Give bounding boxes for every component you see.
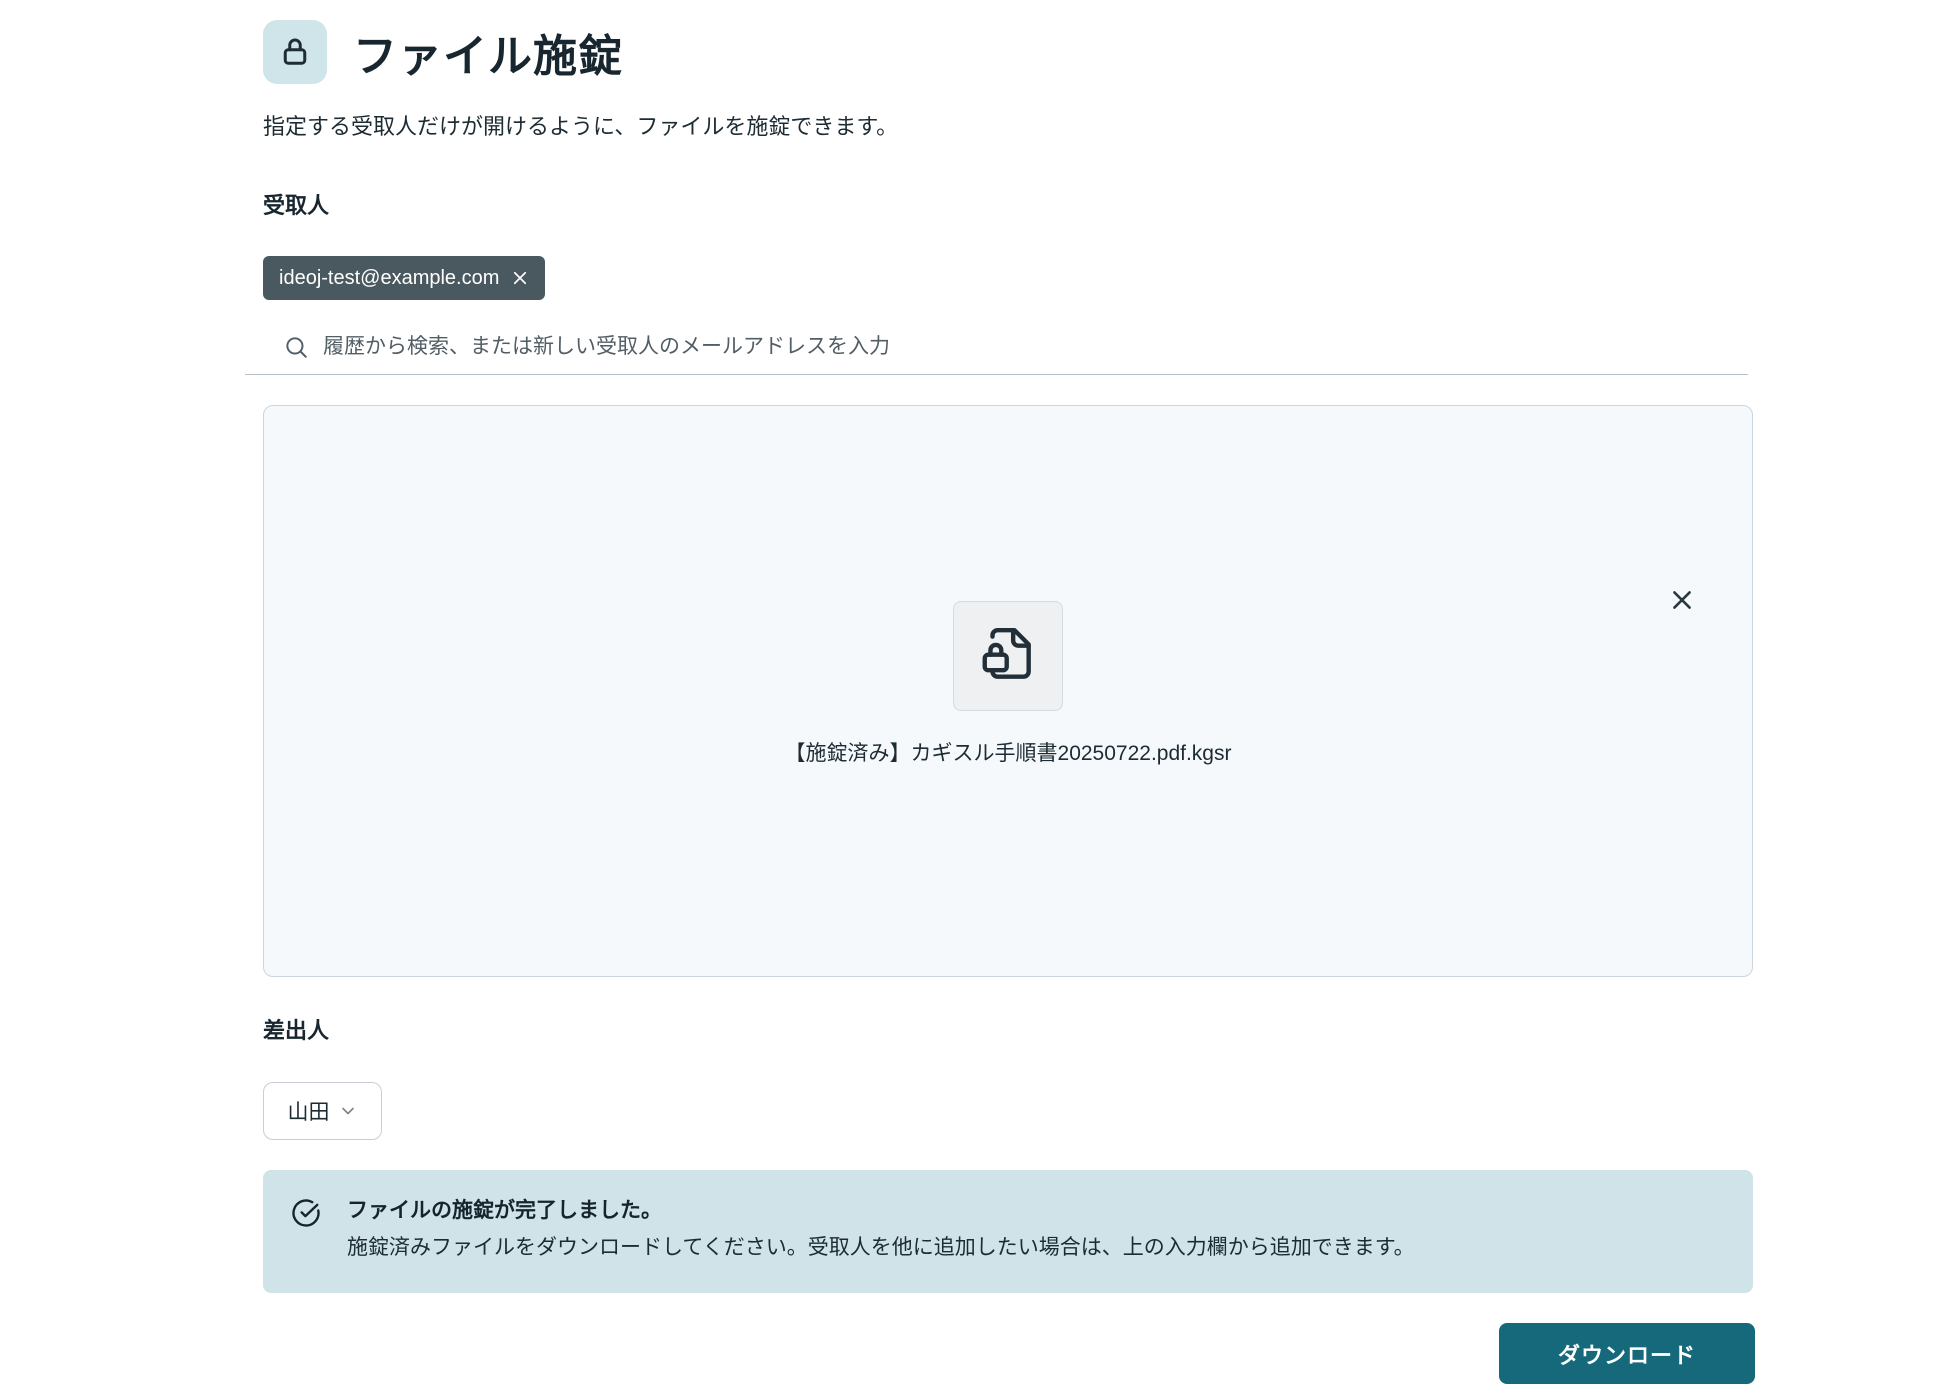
check-circle-icon [291, 1198, 321, 1263]
recipient-search-input[interactable] [323, 335, 1623, 359]
locked-file-name: 【施錠済み】カギスル手順書20250722.pdf.kgsr [785, 737, 1232, 767]
search-icon [283, 334, 309, 360]
success-notice: ファイルの施錠が完了しました。 施錠済みファイルをダウンロードしてください。受取… [263, 1170, 1753, 1293]
chevron-down-icon [338, 1101, 358, 1121]
sender-dropdown[interactable]: 山田 [263, 1082, 382, 1140]
remove-file-button[interactable] [1664, 582, 1700, 618]
notice-body: 施錠済みファイルをダウンロードしてください。受取人を他に追加したい場合は、上の入… [347, 1233, 1415, 1263]
recipient-chip[interactable]: ideoj-test@example.com [263, 256, 545, 300]
file-dropzone[interactable]: 【施錠済み】カギスル手順書20250722.pdf.kgsr [263, 405, 1753, 977]
main-content: ファイル施錠 指定する受取人だけが開けるように、ファイルを施錠できます。 受取人… [263, 0, 1755, 1384]
close-icon [1669, 587, 1695, 613]
sender-selected-value: 山田 [288, 1096, 330, 1126]
lock-icon [277, 34, 313, 70]
locked-file: 【施錠済み】カギスル手順書20250722.pdf.kgsr [264, 601, 1752, 767]
recipient-chip-email: ideoj-test@example.com [279, 267, 499, 290]
recipient-search-field[interactable] [245, 334, 1748, 375]
notice-text: ファイルの施錠が完了しました。 施錠済みファイルをダウンロードしてください。受取… [347, 1196, 1415, 1263]
sender-label: 差出人 [263, 1013, 1755, 1045]
close-icon[interactable] [511, 269, 529, 287]
page-title: ファイル施錠 [353, 20, 623, 84]
app-icon-tile [263, 20, 327, 84]
file-lock-icon [977, 625, 1039, 687]
recipient-chip-row: ideoj-test@example.com [263, 256, 1755, 300]
recipients-label: 受取人 [263, 188, 1755, 220]
page-header: ファイル施錠 [263, 20, 1755, 84]
page-subtitle: 指定する受取人だけが開けるように、ファイルを施錠できます。 [263, 112, 1755, 142]
file-tile [953, 601, 1063, 711]
download-button[interactable]: ダウンロード [1499, 1323, 1755, 1384]
notice-title: ファイルの施錠が完了しました。 [347, 1196, 1415, 1226]
footer-actions: ダウンロード [263, 1323, 1755, 1384]
